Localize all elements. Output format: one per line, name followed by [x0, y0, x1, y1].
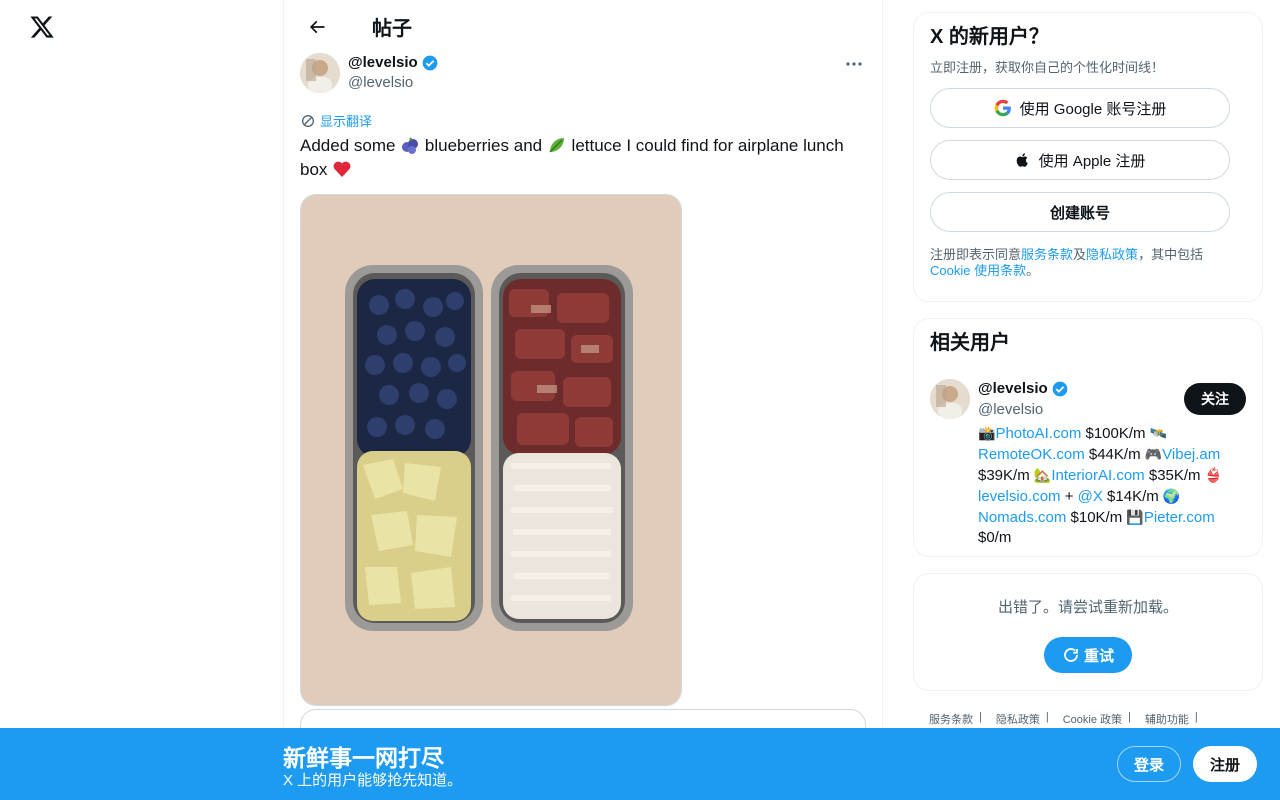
signup-button[interactable]: 注册: [1193, 746, 1257, 782]
verified-badge-icon: [1052, 381, 1068, 397]
related-users-title: 相关用户: [930, 332, 1010, 354]
main-column: 帖子 @levelsio @levelsio 显示翻译 Added some b…: [283, 0, 883, 800]
refresh-icon: [1064, 648, 1078, 662]
author-name[interactable]: @levelsio: [348, 53, 418, 73]
bio-link[interactable]: RemoteOK.com: [978, 446, 1085, 463]
heart-emoji-icon: [332, 159, 352, 179]
signup-card: X 的新用户？ 立即注册，获取你自己的个性化时间线！ 使用 Google 账号注…: [913, 12, 1263, 302]
google-signup-button[interactable]: 使用 Google 账号注册: [930, 88, 1230, 128]
legal-period: 。: [1026, 263, 1040, 278]
post-header: @levelsio @levelsio: [300, 53, 866, 95]
bio-mention-link[interactable]: @X: [1078, 488, 1103, 505]
apple-signup-label: 使用 Apple 注册: [1038, 152, 1146, 170]
create-account-button[interactable]: 创建账号: [930, 192, 1230, 232]
related-user-name[interactable]: @levelsio: [978, 379, 1048, 399]
footer-links: 服务条款 | 隐私政策 | Cookie 政策 | 辅助功能 |: [929, 711, 1212, 727]
author-handle[interactable]: @levelsio: [348, 73, 439, 93]
bottom-bar-subtitle: X 上的用户能够抢先知道。: [283, 772, 463, 789]
bio-text: $100K/m: [1081, 425, 1150, 442]
post-text: Added some blueberries and lettuce I cou…: [300, 134, 866, 182]
verified-badge-icon: [422, 55, 438, 71]
legal-and: 及: [1073, 247, 1087, 262]
bio-text: $39K/m: [978, 467, 1034, 484]
signup-subtitle: 立即注册，获取你自己的个性化时间线！: [930, 60, 1165, 75]
retry-button[interactable]: 重试: [1044, 637, 1132, 673]
signup-legal-text: 注册即表示同意服务条款及隐私政策，其中包括 Cookie 使用条款。: [930, 247, 1246, 279]
google-signup-label: 使用 Google 账号注册: [1019, 100, 1167, 118]
lettuce-emoji-icon: [547, 135, 567, 155]
terms-link[interactable]: 服务条款: [1021, 247, 1073, 262]
error-message: 出错了。请尝试重新加载。: [997, 599, 1178, 616]
avatar[interactable]: [930, 379, 970, 419]
post: @levelsio @levelsio 显示翻译 Added some blue…: [284, 53, 882, 706]
legal-including: ，其中包括: [1138, 247, 1204, 262]
bio-link[interactable]: PhotoAI.com: [995, 425, 1081, 442]
bio-link[interactable]: levelsio.com: [978, 488, 1061, 505]
satellite-icon: 🛰️: [1149, 425, 1168, 441]
bio-text: $35K/m: [1144, 467, 1205, 484]
create-account-label: 创建账号: [1049, 204, 1110, 222]
page-header: 帖子: [284, 0, 882, 53]
post-text-segment: Added some: [300, 136, 401, 155]
floppy-disk-icon: 💾: [1126, 509, 1144, 525]
footer-separator: |: [1194, 711, 1198, 723]
footer-separator: |: [979, 711, 982, 723]
related-user-bio: 📸PhotoAI.com $100K/m 🛰️ RemoteOK.com $44K…: [978, 423, 1240, 548]
related-user-item[interactable]: @levelsio @levelsio 📸PhotoAI.com $100K/m…: [930, 379, 1246, 548]
bio-link[interactable]: Pieter.com: [1144, 509, 1215, 526]
bio-link[interactable]: InteriorAI.com: [1051, 467, 1144, 484]
bio-text: +: [1060, 488, 1078, 505]
page-title: 帖子: [372, 18, 412, 40]
house-icon: 🏡: [1033, 467, 1052, 483]
bio-link[interactable]: Nomads.com: [978, 509, 1066, 526]
camera-icon: 📸: [978, 425, 996, 441]
retry-label: 重试: [1083, 647, 1114, 665]
game-controller-icon: 🎮: [1144, 446, 1163, 462]
follow-button[interactable]: 关注: [1184, 383, 1246, 415]
bio-text: $14K/m: [1102, 488, 1163, 505]
x-logo-icon[interactable]: [29, 14, 55, 42]
related-users-card: 相关用户 @levelsio @levelsio 📸PhotoAI.com $1…: [913, 318, 1263, 557]
footer-link-privacy[interactable]: 隐私政策: [996, 711, 1040, 727]
translate-icon: [302, 114, 314, 127]
bio-text: $44K/m: [1084, 446, 1145, 463]
signup-title: X 的新用户？: [930, 26, 1049, 48]
apple-signup-button[interactable]: 使用 Apple 注册: [930, 140, 1230, 180]
bio-text: $10K/m: [1066, 509, 1127, 526]
bio-link[interactable]: Vibej.am: [1162, 446, 1220, 463]
more-icon[interactable]: [842, 53, 866, 75]
footer-link-cookie[interactable]: Cookie 政策: [1063, 711, 1122, 727]
apple-icon: [1016, 153, 1028, 167]
blueberries-emoji-icon: [400, 135, 420, 155]
left-nav: [0, 0, 283, 800]
avatar[interactable]: [300, 53, 340, 93]
footer-separator: |: [1045, 711, 1049, 723]
bottom-signup-bar: 新鲜事一网打尽 X 上的用户能够抢先知道。 登录 注册: [0, 728, 1280, 800]
footer-link-accessibility[interactable]: 辅助功能: [1145, 711, 1189, 727]
privacy-link[interactable]: 隐私政策: [1086, 247, 1138, 262]
translate-label: 显示翻译: [320, 114, 373, 129]
post-text-segment: blueberries and: [420, 136, 547, 155]
legal-prefix: 注册即表示同意: [930, 247, 1022, 262]
bottom-bar-title: 新鲜事一网打尽: [283, 745, 444, 771]
arrow-left-icon[interactable]: [300, 10, 334, 44]
google-icon: [994, 99, 1011, 117]
error-card: 出错了。请尝试重新加载。 重试: [913, 573, 1263, 691]
bio-text: $0/m: [978, 529, 1012, 546]
login-button[interactable]: 登录: [1117, 746, 1181, 782]
footer-link-terms[interactable]: 服务条款: [929, 711, 973, 727]
bikini-icon: 👙: [1204, 467, 1223, 483]
lunch-box-photo[interactable]: [300, 194, 682, 706]
footer-separator: |: [1128, 711, 1131, 723]
translate-link[interactable]: 显示翻译: [300, 111, 866, 130]
cookie-link[interactable]: Cookie 使用条款: [930, 263, 1026, 278]
globe-icon: 🌍: [1162, 488, 1181, 504]
